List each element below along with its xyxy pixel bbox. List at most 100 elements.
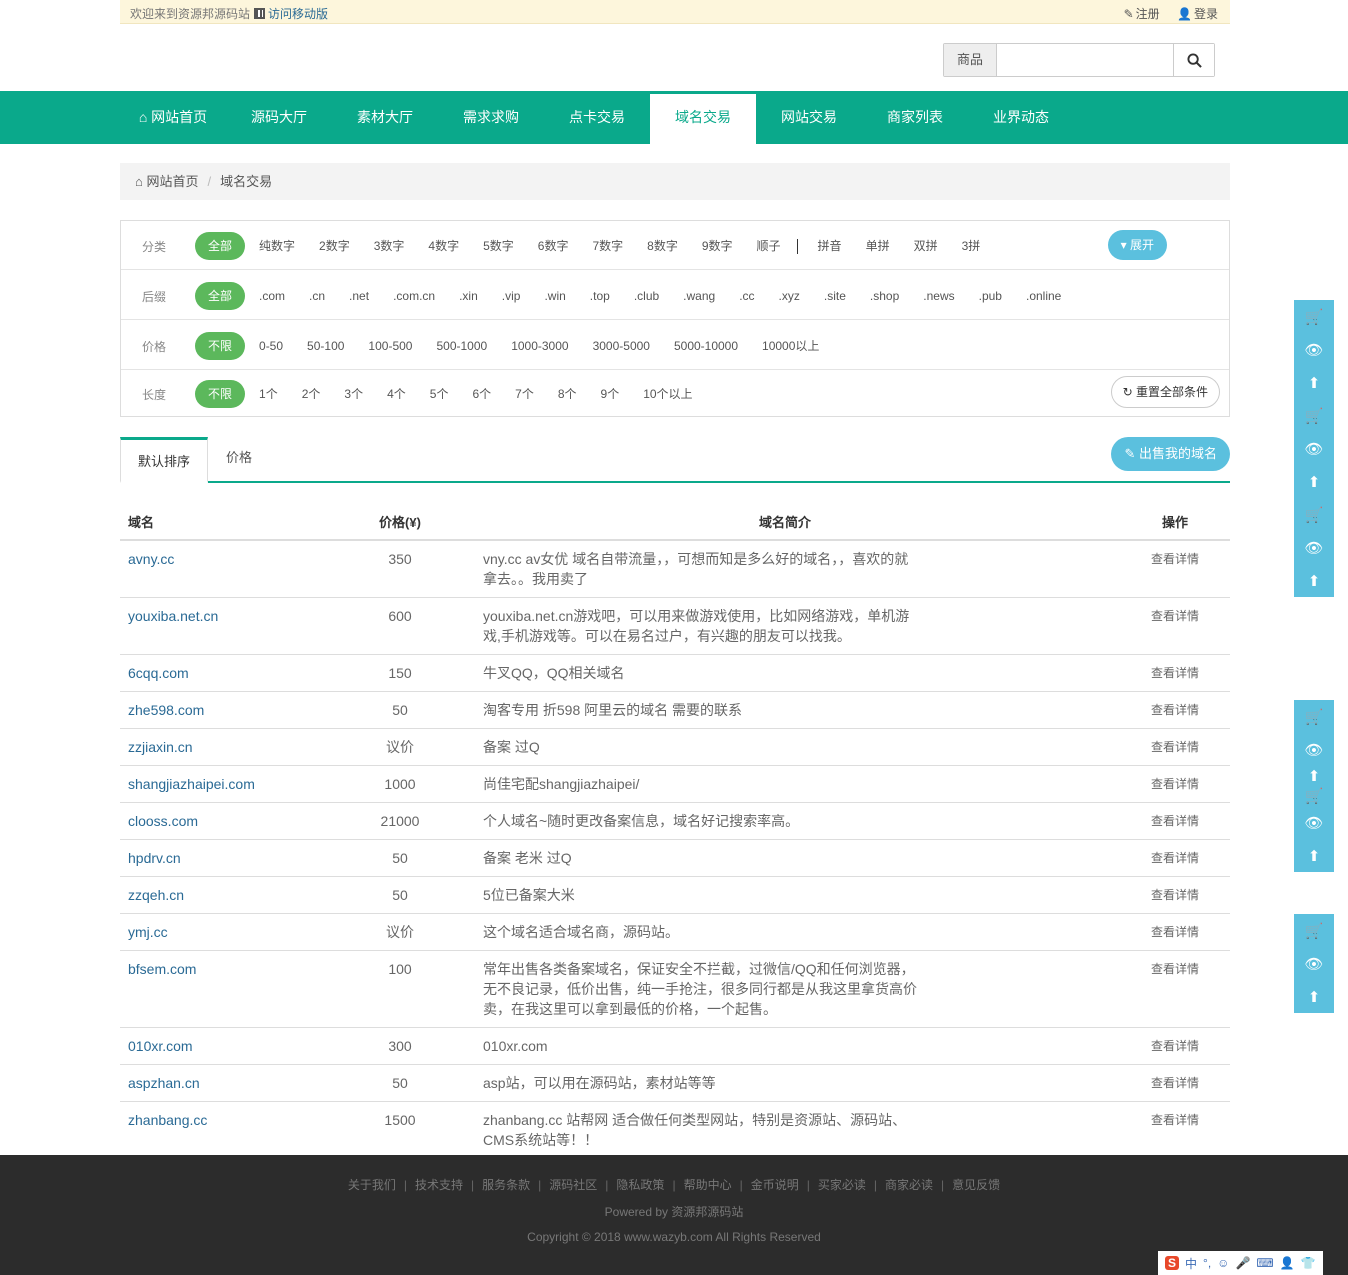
footer-link[interactable]: 商家必读: [885, 1178, 933, 1192]
domain-link[interactable]: shangjiazhaipei.com: [120, 765, 350, 803]
view-details-link[interactable]: 查看详情: [1120, 691, 1230, 729]
filter-option[interactable]: .wang: [673, 282, 725, 310]
filter-option[interactable]: .win: [534, 282, 575, 310]
domain-link[interactable]: hpdrv.cn: [120, 839, 350, 877]
filter-option[interactable]: 纯数字: [249, 232, 305, 260]
filter-option[interactable]: 10000以上: [752, 332, 829, 360]
filter-option[interactable]: .online: [1016, 282, 1071, 310]
domain-link[interactable]: zzqeh.cn: [120, 876, 350, 914]
cart-icon[interactable]: 🛒: [1294, 399, 1334, 432]
filter-option[interactable]: .shop: [860, 282, 909, 310]
filter-option[interactable]: .net: [339, 282, 379, 310]
filter-option[interactable]: 7个: [505, 380, 544, 408]
filter-option[interactable]: 5000-10000: [664, 332, 748, 360]
filter-option[interactable]: 单拼: [856, 232, 900, 260]
filter-option[interactable]: 双拼: [904, 232, 948, 260]
mobile-version-link[interactable]: 访问移动版: [254, 5, 328, 22]
view-details-link[interactable]: 查看详情: [1120, 913, 1230, 951]
search-category-select[interactable]: 商品: [944, 44, 997, 76]
filter-option[interactable]: 6个: [462, 380, 501, 408]
domain-link[interactable]: aspzhan.cn: [120, 1064, 350, 1102]
search-button[interactable]: [1174, 44, 1214, 76]
filter-option[interactable]: .vip: [492, 282, 531, 310]
filter-option[interactable]: 1个: [249, 380, 288, 408]
filter-option[interactable]: 不限: [195, 332, 246, 360]
filter-option[interactable]: 顺子: [747, 232, 791, 260]
filter-option[interactable]: 8数字: [637, 232, 688, 260]
footer-link[interactable]: 隐私政策: [616, 1178, 664, 1192]
domain-link[interactable]: youxiba.net.cn: [120, 597, 350, 655]
view-details-link[interactable]: 查看详情: [1120, 728, 1230, 766]
filter-option[interactable]: .pub: [969, 282, 1012, 310]
domain-link[interactable]: clooss.com: [120, 802, 350, 840]
filter-option[interactable]: .com.cn: [383, 282, 445, 310]
eye-icon[interactable]: 👁: [1294, 432, 1334, 465]
filter-option[interactable]: 全部: [195, 232, 246, 260]
filter-option[interactable]: 5数字: [473, 232, 524, 260]
view-details-link[interactable]: 查看详情: [1120, 597, 1230, 655]
view-details-link[interactable]: 查看详情: [1120, 950, 1230, 1028]
ime-toolbar[interactable]: S 中 °, ☺ 🎤 ⌨ 👤 👕: [1158, 1251, 1323, 1275]
register-link[interactable]: ✎ 注册: [1110, 7, 1160, 21]
filter-option[interactable]: 100-500: [358, 332, 422, 360]
view-details-link[interactable]: 查看详情: [1120, 540, 1230, 598]
nav-item-domain[interactable]: 域名交易: [650, 94, 756, 144]
nav-item-home[interactable]: ⌂ 网站首页: [120, 91, 226, 144]
view-details-link[interactable]: 查看详情: [1120, 654, 1230, 692]
arrow-up-icon[interactable]: ⬆: [1294, 980, 1334, 1013]
filter-option[interactable]: 5个: [420, 380, 459, 408]
view-details-link[interactable]: 查看详情: [1120, 802, 1230, 840]
view-details-link[interactable]: 查看详情: [1120, 1101, 1230, 1159]
footer-link[interactable]: 技术支持: [415, 1178, 463, 1192]
cart-icon[interactable]: 🛒: [1294, 786, 1334, 806]
filter-option[interactable]: 3个: [334, 380, 373, 408]
domain-link[interactable]: avny.cc: [120, 540, 350, 598]
filter-option[interactable]: 不限: [195, 380, 246, 408]
nav-item-card[interactable]: 点卡交易: [544, 91, 650, 144]
footer-link[interactable]: 关于我们: [348, 1178, 396, 1192]
filter-option[interactable]: .com: [249, 282, 295, 310]
filter-option[interactable]: 4个: [377, 380, 416, 408]
filter-option[interactable]: .xin: [449, 282, 488, 310]
nav-item-demand[interactable]: 需求求购: [438, 91, 544, 144]
eye-icon[interactable]: 👁: [1294, 531, 1334, 564]
filter-option[interactable]: 10个以上: [633, 380, 702, 408]
filter-option[interactable]: .xyz: [769, 282, 810, 310]
filter-option[interactable]: .site: [814, 282, 856, 310]
view-details-link[interactable]: 查看详情: [1120, 876, 1230, 914]
filter-option[interactable]: 8个: [548, 380, 587, 408]
filter-option[interactable]: 9个: [591, 380, 630, 408]
filter-option[interactable]: 1000-3000: [501, 332, 578, 360]
domain-link[interactable]: 010xr.com: [120, 1027, 350, 1065]
nav-item-news[interactable]: 业界动态: [968, 91, 1074, 144]
cart-icon[interactable]: 🛒: [1294, 300, 1334, 333]
footer-link[interactable]: 源码社区: [549, 1178, 597, 1192]
expand-button[interactable]: ▾ 展开: [1107, 230, 1167, 260]
filter-option[interactable]: 全部: [195, 282, 246, 310]
filter-option[interactable]: 0-50: [249, 332, 293, 360]
tab-default-sort[interactable]: 默认排序: [120, 437, 208, 483]
arrow-up-icon[interactable]: ⬆: [1294, 366, 1334, 399]
domain-link[interactable]: zzjiaxin.cn: [120, 728, 350, 766]
filter-option[interactable]: 3000-5000: [583, 332, 660, 360]
sell-domain-button[interactable]: ✎ 出售我的域名: [1111, 437, 1230, 471]
filter-option[interactable]: 7数字: [582, 232, 633, 260]
footer-link[interactable]: 金币说明: [751, 1178, 799, 1192]
login-link[interactable]: 👤 登录: [1163, 7, 1218, 21]
arrow-up-icon[interactable]: ⬆: [1294, 766, 1334, 786]
arrow-up-icon[interactable]: ⬆: [1294, 839, 1334, 872]
filter-option[interactable]: 3拼: [952, 232, 991, 260]
nav-item-material[interactable]: 素材大厅: [332, 91, 438, 144]
nav-item-source[interactable]: 源码大厅: [226, 91, 332, 144]
filter-option[interactable]: 2个: [292, 380, 331, 408]
footer-link[interactable]: 买家必读: [818, 1178, 866, 1192]
cart-icon[interactable]: 🛒: [1294, 498, 1334, 531]
arrow-up-icon[interactable]: ⬆: [1294, 465, 1334, 498]
domain-link[interactable]: bfsem.com: [120, 950, 350, 1028]
arrow-up-icon[interactable]: ⬆: [1294, 564, 1334, 597]
filter-option[interactable]: 9数字: [692, 232, 743, 260]
footer-link[interactable]: 意见反馈: [952, 1178, 1000, 1192]
breadcrumb-home[interactable]: ⌂ 网站首页: [135, 174, 199, 189]
domain-link[interactable]: ymj.cc: [120, 913, 350, 951]
filter-option[interactable]: 2数字: [309, 232, 360, 260]
